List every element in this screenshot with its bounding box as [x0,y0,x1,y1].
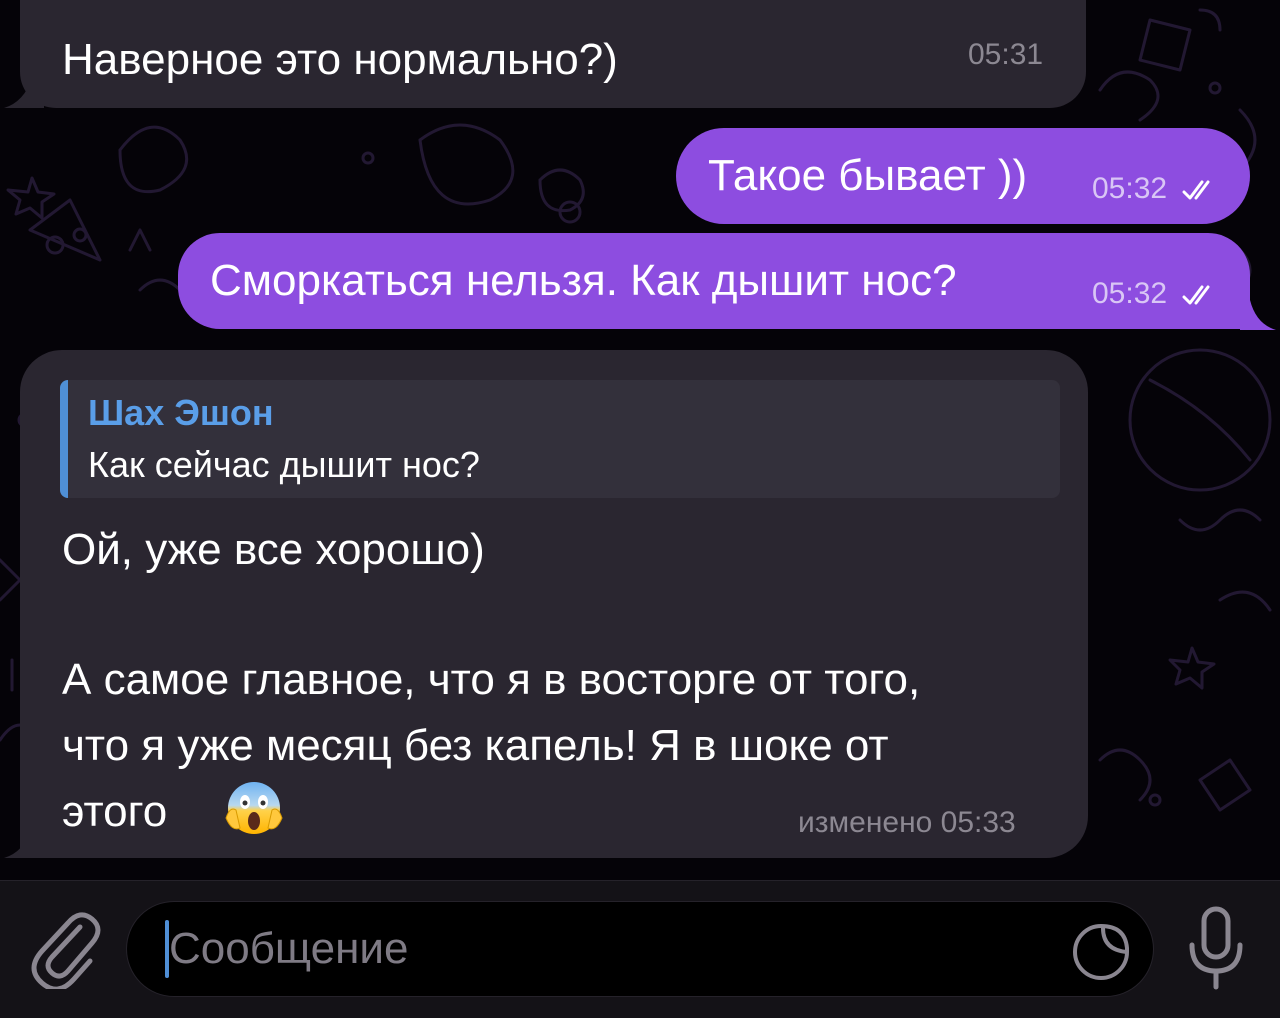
bubble-tail [1240,300,1276,330]
message-text: Такое бывает )) [708,151,1028,200]
message-input[interactable]: Сообщение [126,901,1154,997]
scream-emoji-icon [225,782,283,834]
bubble-tail [4,828,44,858]
reply-quote[interactable]: Шах Эшон Как сейчас дышит нос? [60,380,1060,498]
incoming-message[interactable]: Наверное это нормально?) 05:31 [20,0,1086,108]
message-text-line: этого [62,787,168,836]
message-time: 05:31 [968,38,1044,71]
double-check-icon [1182,180,1210,200]
reply-text: Как сейчас дышит нос? [88,444,480,485]
reply-accent-bar [60,380,68,498]
message-text-line: Ой, уже все хорошо) [62,525,485,574]
message-text: Наверное это нормально?) [62,35,618,84]
outgoing-message[interactable]: Сморкаться нельзя. Как дышит нос? 05:32 [178,233,1250,329]
message-time: 05:32 [1092,172,1168,205]
message-text: Сморкаться нельзя. Как дышит нос? [210,256,957,305]
message-time-edited: изменено 05:33 [798,806,1016,839]
message-time: 05:32 [1092,277,1168,310]
double-check-icon [1182,285,1210,305]
message-composer: Сообщение [0,880,1280,1018]
outgoing-message[interactable]: Такое бывает )) 05:32 [676,128,1250,224]
reply-author: Шах Эшон [88,392,274,433]
message-text-line: что я уже месяц без капель! Я в шоке от [62,721,889,770]
message-input-placeholder: Сообщение [169,924,409,973]
chat-area[interactable]: Наверное это нормально?) 05:31 Такое быв… [0,0,1280,880]
paperclip-icon[interactable] [30,909,102,989]
sticker-icon[interactable] [1071,922,1131,982]
microphone-icon[interactable] [1184,905,1248,993]
incoming-message[interactable]: Шах Эшон Как сейчас дышит нос? Ой, уже в… [20,350,1088,858]
bubble-tail [4,78,44,108]
message-text-line: А самое главное, что я в восторге от тог… [62,655,921,704]
